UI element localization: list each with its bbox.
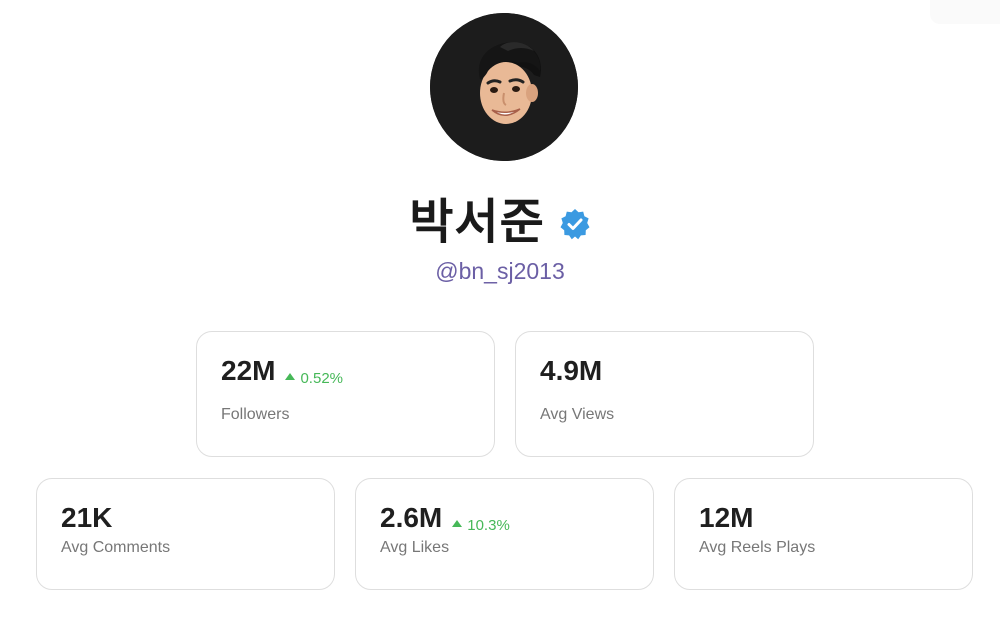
- stat-change: 10.3%: [452, 517, 510, 534]
- stat-value: 4.9M: [540, 355, 603, 386]
- stat-value: 12M: [699, 502, 754, 533]
- stat-value-row: 22M 0.52%: [221, 354, 343, 388]
- avatar[interactable]: [430, 13, 578, 161]
- stat-card-avg-views: 4.9M Avg Views: [515, 331, 814, 457]
- stat-label: Avg Views: [540, 406, 615, 423]
- stat-card-avg-reels-plays: 12M Avg Reels Plays: [674, 478, 973, 590]
- stat-value-row: 4.9M: [540, 354, 602, 388]
- stat-value-row: 12M: [699, 501, 753, 535]
- stat-label: Avg Reels Plays: [699, 539, 816, 556]
- profile-page: 박서준 @bn_sj2013 22M 0.52% Followers 4.9M …: [0, 0, 1000, 643]
- stat-label: Avg Likes: [380, 539, 450, 556]
- triangle-up-icon: [285, 373, 296, 380]
- stat-value-row: 21K: [61, 501, 112, 535]
- stat-value-row: 2.6M 10.3%: [380, 501, 510, 535]
- memoji-avatar-image: [430, 13, 578, 161]
- stat-label: Followers: [221, 406, 290, 423]
- profile-name-row: 박서준: [0, 190, 1000, 254]
- stat-change: 0.52%: [285, 370, 343, 387]
- stat-value: 22M: [221, 355, 276, 386]
- profile-name: 박서준: [409, 194, 545, 250]
- stat-value: 21K: [61, 502, 113, 533]
- stat-change-text: 0.52%: [300, 369, 344, 387]
- stat-card-followers: 22M 0.52% Followers: [196, 331, 495, 457]
- stat-card-avg-comments: 21K Avg Comments: [36, 478, 335, 590]
- corner-panel: [930, 0, 1000, 24]
- stat-label: Avg Comments: [61, 539, 171, 556]
- triangle-up-icon: [452, 520, 463, 527]
- verified-badge-icon: [560, 209, 590, 240]
- stat-card-avg-likes: 2.6M 10.3% Avg Likes: [355, 478, 654, 590]
- stat-value: 2.6M: [380, 502, 443, 533]
- stat-change-text: 10.3%: [467, 516, 510, 534]
- profile-handle[interactable]: @bn_sj2013: [0, 256, 1000, 286]
